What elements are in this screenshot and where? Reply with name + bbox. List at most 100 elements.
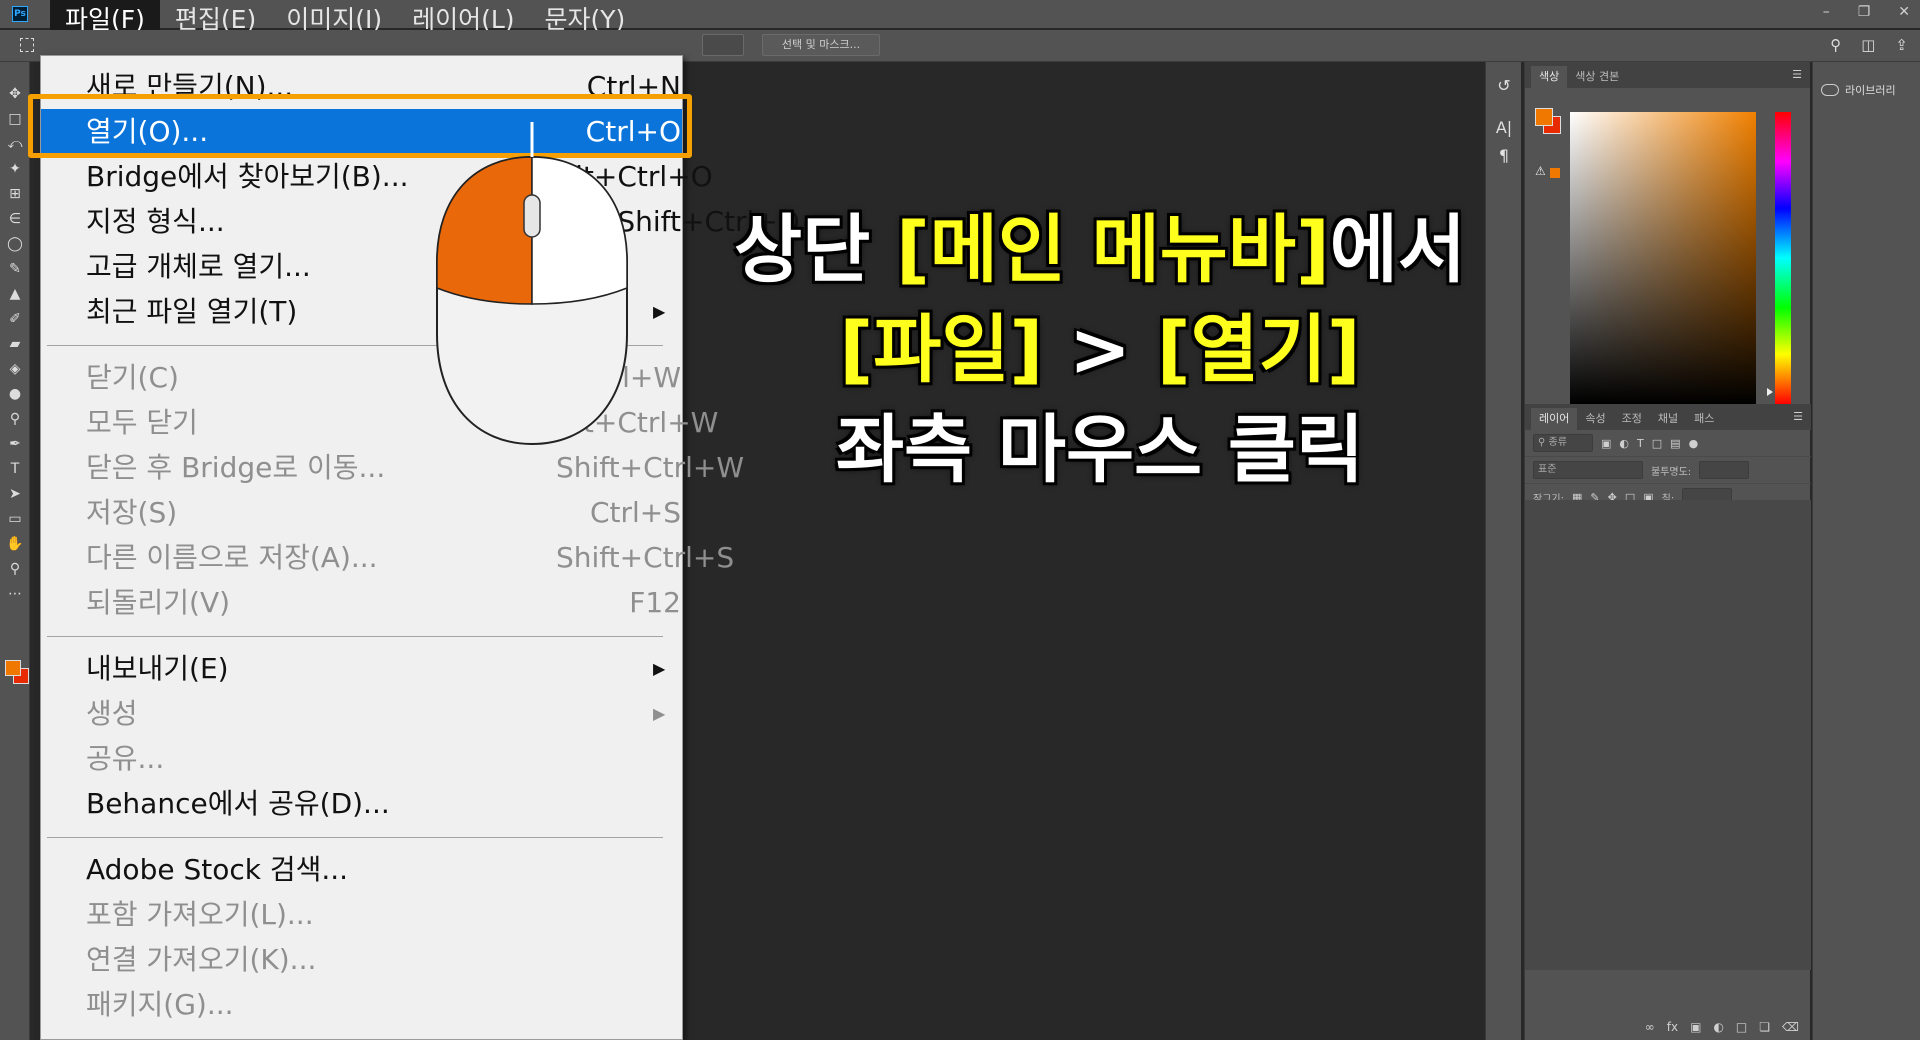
hue-slider[interactable] [1775,112,1791,404]
zoom-tool-icon[interactable]: ⚲ [0,557,30,582]
menu-item-label: 내보내기(E) [86,652,229,685]
menu-separator [47,636,663,637]
magic-wand-icon[interactable]: ✦ [0,157,30,182]
menu-item-save: 저장(S) Ctrl+S [41,490,682,535]
menu-item-share: 공유... [41,736,682,781]
menu-item-label: 닫기(C) [86,361,179,394]
character-panel-icon[interactable]: A| [1486,114,1522,142]
caption-line-2: [파일] > [열기] [839,307,1361,393]
layer-style-icon[interactable]: fx [1667,1020,1678,1034]
menu-item-label: 패키지(G)... [86,988,234,1021]
menu-separator [47,837,663,838]
menu-item-label: 닫은 후 Bridge로 이동... [86,451,386,484]
type-tool-icon[interactable]: T [0,457,30,482]
delete-layer-icon[interactable]: ⌫ [1782,1020,1799,1034]
submenu-arrow-icon: ▶ [653,704,666,723]
link-layers-icon[interactable]: ∞ [1645,1020,1655,1034]
menu-item-place-embedded: 포함 가져오기(L)... [41,892,682,937]
options-right: ⚲ ◫ ⇪ [1830,36,1908,54]
stamp-tool-icon[interactable]: ▲ [0,282,30,307]
tab-channels[interactable]: 채널 [1650,408,1686,430]
color-picker: ⚠ [1525,88,1810,404]
workspace-icon[interactable]: ◫ [1861,36,1875,54]
shape-filter-icon[interactable]: □ [1652,437,1662,450]
tab-paths[interactable]: 패스 [1686,408,1722,430]
eraser-tool-icon[interactable]: ▰ [0,332,30,357]
history-panel-icon[interactable]: ↺ [1486,72,1522,100]
menu-item-label: 지정 형식... [86,205,225,238]
tab-swatches[interactable]: 색상 견본 [1567,66,1627,88]
filter-toggle-icon[interactable]: ● [1689,437,1699,450]
libraries-panel: 라이브러리 [1812,62,1920,1040]
menu-item-generate: 생성 ▶ [41,691,682,736]
pixel-filter-icon[interactable]: ▣ [1601,437,1611,450]
hand-tool-icon[interactable]: ✋ [0,532,30,557]
smart-object-filter-icon[interactable]: ▤ [1670,437,1680,450]
photoshop-logo: Ps [12,6,28,22]
path-select-icon[interactable]: ➤ [0,482,30,507]
new-group-icon[interactable]: □ [1736,1020,1747,1034]
layer-filter-select[interactable]: ⚲ 종류 [1533,434,1593,452]
more-tools-icon[interactable]: ⋯ [0,582,30,607]
tab-layers[interactable]: 레이어 [1531,408,1578,430]
dodge-tool-icon[interactable]: ⚲ [0,407,30,432]
blend-mode-select[interactable]: 표준 [1533,461,1643,479]
layer-mask-icon[interactable]: ▣ [1690,1020,1701,1034]
menu-item-export[interactable]: 내보내기(E) ▶ [41,646,682,691]
tools-panel: ✥ □ ⤺ ✦ ⊞ ∈ ◯ ✎ ▲ ✐ ▰ ◈ ● ⚲ ✒ T ➤ ▭ ✋ ⚲ … [0,62,30,1040]
adjustment-filter-icon[interactable]: ◐ [1619,437,1629,450]
menu-item-label: 공유... [86,742,165,775]
caption-line-3: 좌측 마우스 클릭 [835,407,1365,493]
foreground-color-chip[interactable] [1535,108,1553,126]
panel-menu-icon[interactable]: ☰ [1793,410,1803,423]
blur-tool-icon[interactable]: ● [0,382,30,407]
menu-item-share-on-behance[interactable]: Behance에서 공유(D)... [41,781,682,826]
layers-panel: 레이어 속성 조정 채널 패스 ☰ ⚲ 종류 ▣ ◐ T □ ▤ ● 표준 불투… [1525,404,1811,1040]
gamut-warning-icon: ⚠ [1535,164,1546,178]
new-layer-icon[interactable]: ❏ [1759,1020,1770,1034]
creative-cloud-icon [1821,84,1839,96]
mouse-left-click-icon [436,122,628,446]
pen-tool-icon[interactable]: ✒ [0,432,30,457]
minimize-icon[interactable]: – [1823,4,1830,20]
crop-tool-icon[interactable]: ⊞ [0,182,30,207]
search-icon[interactable]: ⚲ [1830,36,1841,54]
menu-item-search-adobe-stock[interactable]: Adobe Stock 검색... [41,847,682,892]
foreground-color-swatch[interactable] [5,660,21,676]
opacity-label: 불투명도: [1651,466,1692,478]
history-brush-icon[interactable]: ✐ [0,307,30,332]
adjustment-layer-icon[interactable]: ◐ [1713,1020,1723,1034]
tab-properties[interactable]: 속성 [1577,408,1613,430]
healing-brush-icon[interactable]: ◯ [0,232,30,257]
color-panel-tabs: 색상 색상 견본 ☰ [1525,62,1810,88]
restore-icon[interactable]: ❐ [1858,4,1871,20]
layers-panel-tabs: 레이어 속성 조정 채널 패스 ☰ [1525,404,1811,430]
type-filter-icon[interactable]: T [1637,437,1644,450]
caption-line-1: 상단 [메인 메뉴바]에서 [734,207,1466,293]
select-and-mask-button[interactable]: 선택 및 마스크... [762,34,880,56]
hue-slider-handle[interactable] [1767,388,1773,396]
brush-tool-icon[interactable]: ✎ [0,257,30,282]
marquee-preset-icon[interactable] [20,38,34,52]
opacity-field[interactable] [1699,461,1750,479]
paint-bucket-icon[interactable]: ◈ [0,357,30,382]
menu-item-shortcut: Shift+Ctrl+S [556,541,735,574]
menu-item-revert: 되돌리기(V) F12 [41,580,682,625]
close-icon[interactable]: ✕ [1898,4,1910,20]
share-icon[interactable]: ⇪ [1895,36,1908,54]
menu-item-shortcut: Ctrl+S [589,496,681,529]
tab-adjustments[interactable]: 조정 [1614,408,1650,430]
move-tool-icon[interactable]: ✥ [0,82,30,107]
marquee-tool-icon[interactable]: □ [0,107,30,132]
libraries-tab[interactable]: 라이브러리 [1821,82,1920,98]
tab-color[interactable]: 색상 [1531,66,1568,88]
rectangle-tool-icon[interactable]: ▭ [0,507,30,532]
lasso-tool-icon[interactable]: ⤺ [0,132,30,157]
eyedropper-icon[interactable]: ∈ [0,207,30,232]
panel-menu-icon[interactable]: ☰ [1792,68,1802,81]
gamut-color-chip[interactable] [1550,168,1560,178]
paragraph-panel-icon[interactable]: ¶ [1486,142,1522,170]
layers-footer: ∞ fx ▣ ◐ □ ❏ ⌫ [1525,1014,1811,1040]
saturation-brightness-field[interactable] [1570,112,1756,404]
options-field[interactable] [702,34,744,56]
